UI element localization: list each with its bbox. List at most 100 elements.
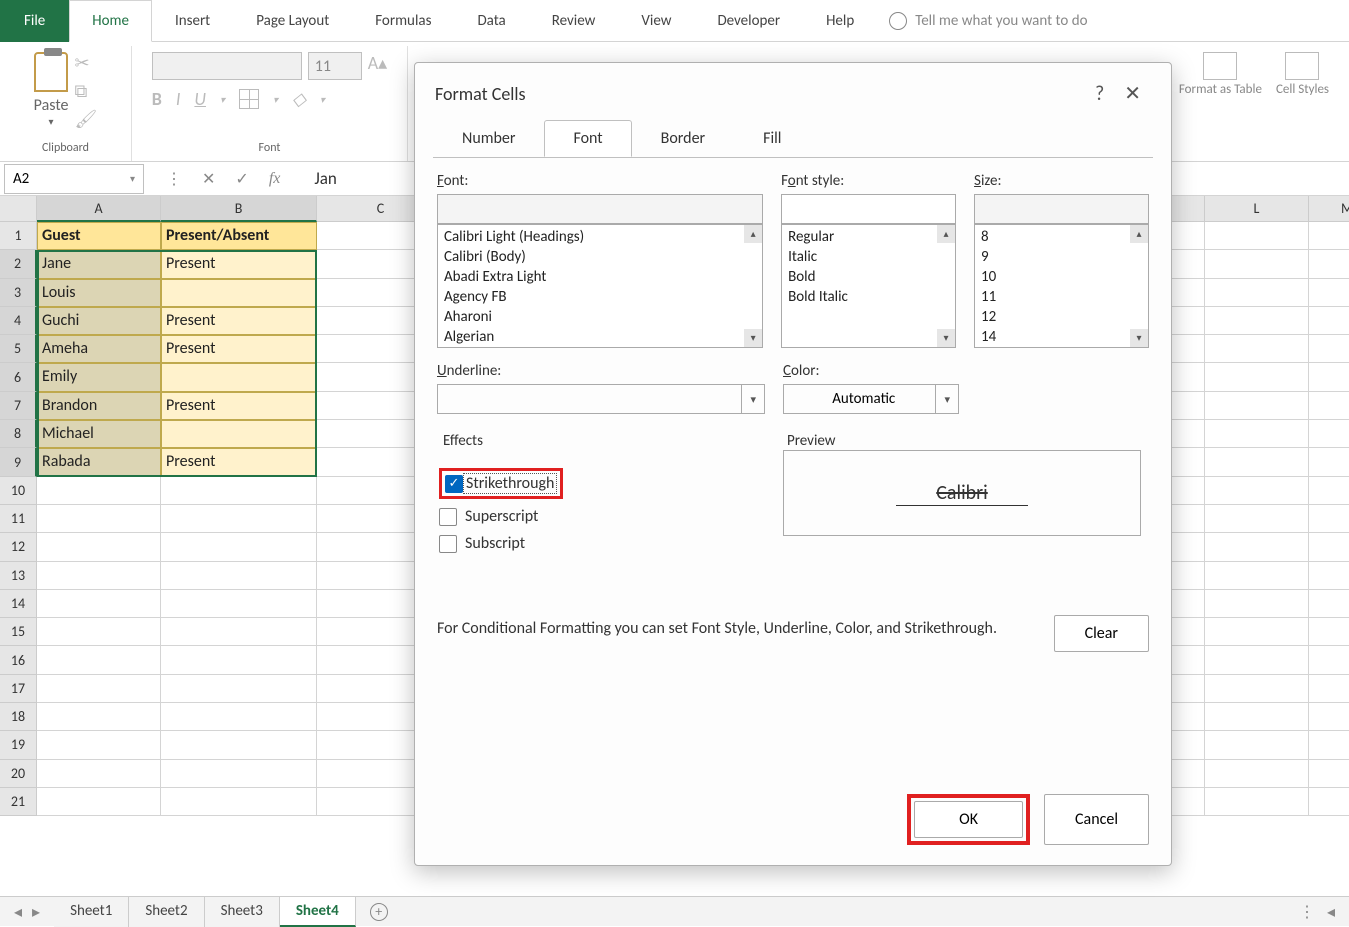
cell[interactable] (37, 618, 161, 646)
dlg-tab-number[interactable]: Number (433, 120, 544, 157)
tell-me[interactable]: Tell me what you want to do (889, 12, 1087, 30)
sheet-tab-sheet3[interactable]: Sheet3 (205, 897, 280, 927)
cell[interactable] (1205, 392, 1309, 420)
cell[interactable] (1309, 420, 1349, 448)
row-header[interactable]: 13 (0, 562, 37, 590)
paste-button[interactable]: Paste ▾ (34, 52, 69, 128)
cell[interactable] (161, 760, 317, 788)
help-icon[interactable]: ? (1085, 82, 1114, 106)
cell[interactable] (37, 760, 161, 788)
cell[interactable] (37, 590, 161, 618)
row-header[interactable]: 18 (0, 703, 37, 731)
cell[interactable] (37, 703, 161, 731)
sheet-nav-prev-icon[interactable]: ◂ (14, 902, 22, 922)
cell[interactable] (161, 477, 317, 505)
underline-combo[interactable]: ▾ (437, 384, 765, 414)
format-painter-icon[interactable]: 🖌 (74, 108, 97, 130)
cell[interactable] (161, 533, 317, 561)
row-header[interactable]: 7 (0, 392, 37, 420)
scroll-down-icon[interactable]: ▾ (1130, 329, 1148, 347)
list-item[interactable]: 11 (981, 287, 1142, 307)
sheet-nav-next-icon[interactable]: ▸ (32, 902, 40, 922)
cell[interactable] (161, 505, 317, 533)
cell[interactable] (1309, 675, 1349, 703)
cell[interactable] (37, 533, 161, 561)
dlg-tab-font[interactable]: Font (544, 120, 631, 157)
cell[interactable] (1309, 590, 1349, 618)
scroll-up-icon[interactable]: ▴ (937, 225, 955, 243)
cell[interactable] (37, 731, 161, 759)
copy-icon[interactable]: ⧉ (74, 80, 97, 102)
cell[interactable] (1309, 533, 1349, 561)
cell[interactable] (37, 477, 161, 505)
format-as-table-button[interactable]: Format as Table (1179, 52, 1262, 97)
list-item[interactable]: Calibri (Body) (444, 247, 756, 267)
scroll-down-icon[interactable]: ▾ (744, 329, 762, 347)
italic-icon[interactable]: I (176, 88, 181, 110)
tab-formulas[interactable]: Formulas (352, 0, 454, 42)
row-header[interactable]: 1 (0, 222, 37, 250)
add-sheet-button[interactable]: + (370, 903, 388, 921)
sheet-tab-sheet2[interactable]: Sheet2 (129, 897, 204, 927)
cell[interactable] (1309, 335, 1349, 363)
cell[interactable] (1205, 477, 1309, 505)
row-header[interactable]: 4 (0, 307, 37, 335)
cell[interactable]: Rabada (37, 448, 161, 476)
col-header[interactable]: L (1205, 196, 1309, 222)
cell[interactable] (1205, 448, 1309, 476)
row-header[interactable]: 17 (0, 675, 37, 703)
cell[interactable]: Emily (37, 363, 161, 391)
row-header[interactable]: 6 (0, 363, 37, 391)
cell[interactable] (161, 731, 317, 759)
clear-button[interactable]: Clear (1054, 615, 1149, 652)
cell[interactable] (1205, 675, 1309, 703)
fontstyle-input[interactable] (781, 194, 956, 224)
cell[interactable] (37, 788, 161, 816)
tab-file[interactable]: File (0, 0, 69, 42)
cell[interactable]: Present (161, 307, 317, 335)
row-header[interactable]: 21 (0, 788, 37, 816)
cell[interactable] (37, 675, 161, 703)
list-item[interactable]: Algerian (444, 327, 756, 347)
cell[interactable] (1309, 703, 1349, 731)
row-header[interactable]: 14 (0, 590, 37, 618)
list-item[interactable]: Italic (788, 247, 949, 267)
list-item[interactable]: Calibri Light (Headings) (444, 227, 756, 247)
cell[interactable]: Ameha (37, 335, 161, 363)
cell[interactable] (1205, 788, 1309, 816)
cell[interactable] (161, 703, 317, 731)
list-item[interactable]: 10 (981, 267, 1142, 287)
row-header[interactable]: 9 (0, 448, 37, 476)
formula-input[interactable]: Jan (298, 168, 337, 189)
cell[interactable] (1205, 760, 1309, 788)
cell[interactable] (1205, 307, 1309, 335)
cell[interactable] (1205, 420, 1309, 448)
col-header[interactable]: B (161, 196, 317, 222)
borders-icon[interactable] (239, 89, 259, 109)
tab-review[interactable]: Review (529, 0, 619, 42)
cell[interactable] (1205, 363, 1309, 391)
cell-styles-button[interactable]: Cell Styles (1276, 52, 1329, 97)
underline-icon[interactable]: U (194, 88, 206, 110)
cell[interactable]: Michael (37, 420, 161, 448)
font-input[interactable] (437, 194, 763, 224)
tab-view[interactable]: View (618, 0, 694, 42)
cell[interactable] (37, 646, 161, 674)
cell[interactable] (1309, 618, 1349, 646)
row-header[interactable]: 19 (0, 731, 37, 759)
cell[interactable]: Guchi (37, 307, 161, 335)
cell[interactable]: Brandon (37, 392, 161, 420)
tab-developer[interactable]: Developer (694, 0, 803, 42)
increase-font-icon[interactable]: A▴ (368, 52, 387, 80)
size-input[interactable] (974, 194, 1149, 224)
cell[interactable]: Present (161, 335, 317, 363)
list-item[interactable]: Bold (788, 267, 949, 287)
superscript-checkbox[interactable] (439, 508, 457, 526)
row-header[interactable]: 16 (0, 646, 37, 674)
cell[interactable] (161, 646, 317, 674)
more-icon[interactable]: ⋮ (166, 169, 182, 189)
dlg-tab-fill[interactable]: Fill (734, 120, 810, 157)
name-box[interactable]: A2 ▾ (4, 164, 144, 194)
row-header[interactable]: 20 (0, 760, 37, 788)
cell[interactable] (1205, 335, 1309, 363)
